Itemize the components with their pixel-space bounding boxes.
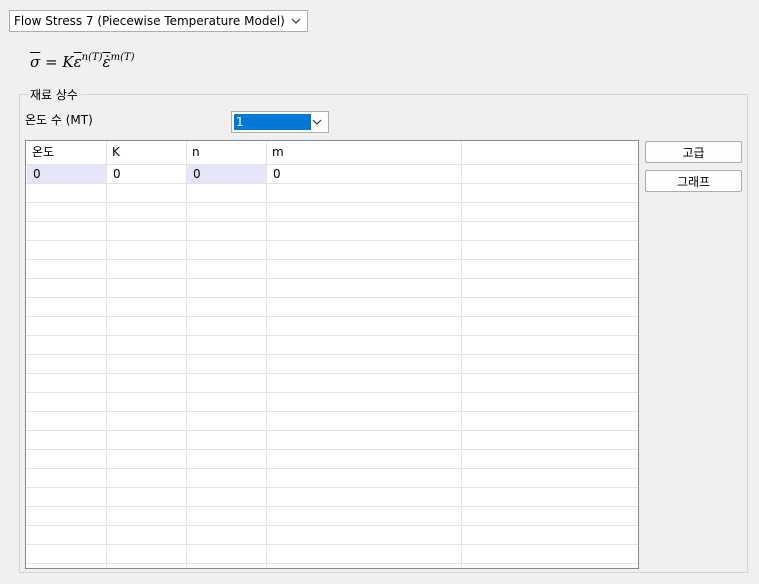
- flow-stress-panel: Flow Stress 7 (Piecewise Temperature Mod…: [0, 0, 759, 584]
- grid-hline: [26, 563, 638, 564]
- grid-hline: [26, 316, 638, 317]
- chevron-down-icon: [312, 119, 322, 125]
- chevron-down-icon: [291, 18, 301, 24]
- constants-table[interactable]: 온도 Kn m 0 0 0 0: [25, 140, 639, 569]
- grid-hline: [26, 392, 638, 393]
- grid-hline: [26, 449, 638, 450]
- grid-hline: [26, 468, 638, 469]
- formula-equals: = K: [40, 53, 74, 71]
- temperature-count-dropdown[interactable]: 1: [231, 111, 329, 133]
- temperature-count-value: 1: [234, 114, 311, 130]
- formula-strain-rate: ε̇: [102, 53, 111, 71]
- grid-hline: [26, 335, 638, 336]
- column-header[interactable]: K: [106, 143, 186, 162]
- grid-hline: [26, 354, 638, 355]
- formula-exp-m: m(T): [110, 52, 135, 63]
- grid-hline: [26, 183, 638, 184]
- grid-hline: [26, 411, 638, 412]
- column-header[interactable]: m: [266, 143, 461, 162]
- table-cell[interactable]: [462, 165, 638, 183]
- temperature-count-label: 온도 수 (MT): [25, 113, 93, 127]
- graph-button[interactable]: 그래프: [645, 170, 742, 192]
- advanced-button[interactable]: 고급: [645, 141, 742, 163]
- column-header[interactable]: n: [186, 143, 266, 162]
- table-cell[interactable]: 0: [27, 165, 106, 183]
- formula-exp-n: n(T): [81, 52, 103, 63]
- model-dropdown[interactable]: Flow Stress 7 (Piecewise Temperature Mod…: [9, 10, 308, 32]
- group-title: 재료 상수: [27, 86, 81, 103]
- table-cell[interactable]: 0: [187, 165, 266, 183]
- grid-hline: [26, 297, 638, 298]
- grid-hline: [26, 544, 638, 545]
- column-header[interactable]: 온도: [26, 143, 106, 162]
- grid-hline: [26, 221, 638, 222]
- grid-hline: [26, 525, 638, 526]
- formula-sigma: σ: [30, 53, 41, 71]
- grid-hline: [26, 430, 638, 431]
- flow-stress-formula: σ = Kεn(T)ε̇m(T): [30, 52, 135, 71]
- table-cell[interactable]: 0: [107, 165, 186, 183]
- grid-hline: [26, 278, 638, 279]
- grid-hline: [26, 240, 638, 241]
- grid-hline: [26, 259, 638, 260]
- model-dropdown-value: Flow Stress 7 (Piecewise Temperature Mod…: [14, 14, 285, 28]
- formula-strain: ε: [73, 53, 82, 71]
- grid-hline: [26, 373, 638, 374]
- grid-hline: [26, 487, 638, 488]
- table-cell[interactable]: 0: [267, 165, 461, 183]
- grid-hline: [26, 202, 638, 203]
- grid-hline: [26, 506, 638, 507]
- column-header[interactable]: [461, 143, 638, 162]
